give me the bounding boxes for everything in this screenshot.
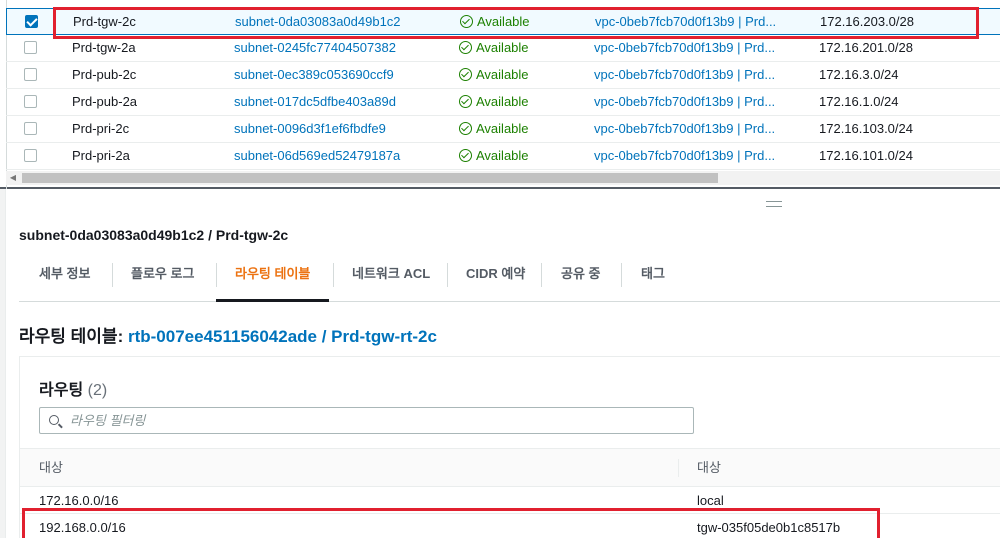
state-label: Available (476, 121, 529, 136)
vpc-link[interactable]: vpc-0beb7fcb70d0f13b9 | Prd... (594, 116, 775, 142)
table-row[interactable]: Prd-pri-2a subnet-06d569ed52479187a Avai… (6, 143, 1000, 170)
horizontal-scrollbar[interactable]: ◀ (6, 171, 1000, 185)
subnet-state: Available (459, 62, 529, 88)
row-checkbox[interactable] (24, 41, 37, 54)
detail-title: subnet-0da03083a0d49b1c2 / Prd-tgw-2c (19, 227, 289, 243)
subnet-cidr: 172.16.103.0/24 (819, 121, 913, 136)
detail-tabs: 세부 정보 플로우 로그 라우팅 테이블 네트워크 ACL CIDR 예약 공유… (19, 256, 1000, 302)
vpc-link[interactable]: vpc-0beb7fcb70d0f13b9 | Prd... (594, 62, 775, 88)
state-label: Available (476, 148, 529, 163)
subnet-id-link[interactable]: subnet-0ec389c053690ccf9 (234, 62, 394, 88)
row-checkbox[interactable] (24, 122, 37, 135)
tab-network-acl[interactable]: 네트워크 ACL (352, 256, 430, 301)
subnet-state: Available (459, 116, 529, 142)
table-row[interactable]: Prd-tgw-2a subnet-0245fc77404507382 Avai… (6, 35, 1000, 62)
vpc-link[interactable]: vpc-0beb7fcb70d0f13b9 | Prd... (594, 89, 775, 115)
route-filter-input[interactable] (70, 411, 670, 430)
state-label: Available (476, 40, 529, 55)
vpc-link[interactable]: vpc-0beb7fcb70d0f13b9 | Prd... (594, 143, 775, 169)
subnet-id-link[interactable]: subnet-017dc5dfbe403a89d (234, 89, 396, 115)
check-circle-icon (459, 41, 472, 54)
tab-flow-logs[interactable]: 플로우 로그 (131, 256, 194, 301)
tab-divider (333, 263, 334, 287)
routes-count: (2) (87, 382, 108, 399)
column-header-target[interactable]: 대상 (697, 449, 721, 488)
route-table-heading: 라우팅 테이블: rtb-007ee451156042ade / Prd-tgw… (19, 322, 437, 347)
subnet-cidr: 172.16.101.0/24 (819, 148, 913, 163)
tab-divider (447, 263, 448, 287)
tab-sharing[interactable]: 공유 중 (561, 256, 601, 301)
table-row[interactable]: Prd-pri-2c subnet-0096d3f1ef6fbdfe9 Avai… (6, 116, 1000, 143)
subnet-cidr: 172.16.3.0/24 (819, 67, 899, 82)
subnet-name: Prd-pri-2a (72, 148, 130, 163)
subnet-cidr: 172.16.1.0/24 (819, 94, 899, 109)
tab-divider (541, 263, 542, 287)
scrollbar-thumb[interactable] (22, 173, 718, 183)
routes-table-header: 대상 대상 (20, 448, 1000, 487)
subnet-id-link[interactable]: subnet-0096d3f1ef6fbdfe9 (234, 116, 386, 142)
tab-details[interactable]: 세부 정보 (39, 256, 90, 301)
subnet-state: Available (459, 89, 529, 115)
tab-divider (112, 263, 113, 287)
highlight-box-selected-subnet (53, 7, 979, 39)
tab-divider (216, 263, 217, 287)
tab-tags[interactable]: 태그 (641, 256, 665, 301)
check-circle-icon (459, 95, 472, 108)
row-checkbox[interactable] (24, 149, 37, 162)
subnet-name: Prd-pub-2c (72, 67, 137, 82)
check-circle-icon (459, 68, 472, 81)
state-label: Available (476, 67, 529, 82)
state-label: Available (476, 94, 529, 109)
check-circle-icon (459, 122, 472, 135)
subnet-state: Available (459, 143, 529, 169)
routes-title-label: 라우팅 (39, 382, 84, 399)
row-checkbox[interactable] (24, 95, 37, 108)
subnet-name: Prd-pri-2c (72, 121, 130, 136)
row-checkbox[interactable] (25, 15, 38, 28)
highlight-box-tgw-route (22, 508, 880, 538)
check-circle-icon (459, 149, 472, 162)
subnet-name: Prd-pub-2a (72, 94, 138, 109)
route-table-label: 라우팅 테이블: (19, 327, 124, 346)
tab-route-table[interactable]: 라우팅 테이블 (215, 256, 330, 302)
routes-title: 라우팅 (2) (39, 376, 107, 400)
row-checkbox[interactable] (24, 68, 37, 81)
column-header-destination[interactable]: 대상 (39, 449, 63, 488)
pane-resize-handle[interactable] (766, 201, 782, 207)
table-row[interactable]: Prd-pub-2c subnet-0ec389c053690ccf9 Avai… (6, 62, 1000, 89)
route-filter[interactable] (39, 407, 694, 434)
scroll-left-icon[interactable]: ◀ (6, 171, 20, 185)
table-row[interactable]: Prd-pub-2a subnet-017dc5dfbe403a89d Avai… (6, 89, 1000, 116)
tab-cidr-reservations[interactable]: CIDR 예약 (466, 256, 525, 301)
search-icon (49, 415, 59, 425)
left-edge (0, 189, 6, 538)
column-divider (678, 459, 679, 477)
route-table-link[interactable]: rtb-007ee451156042ade / Prd-tgw-rt-2c (128, 327, 437, 346)
tab-divider (621, 263, 622, 287)
subnet-id-link[interactable]: subnet-06d569ed52479187a (234, 143, 400, 169)
